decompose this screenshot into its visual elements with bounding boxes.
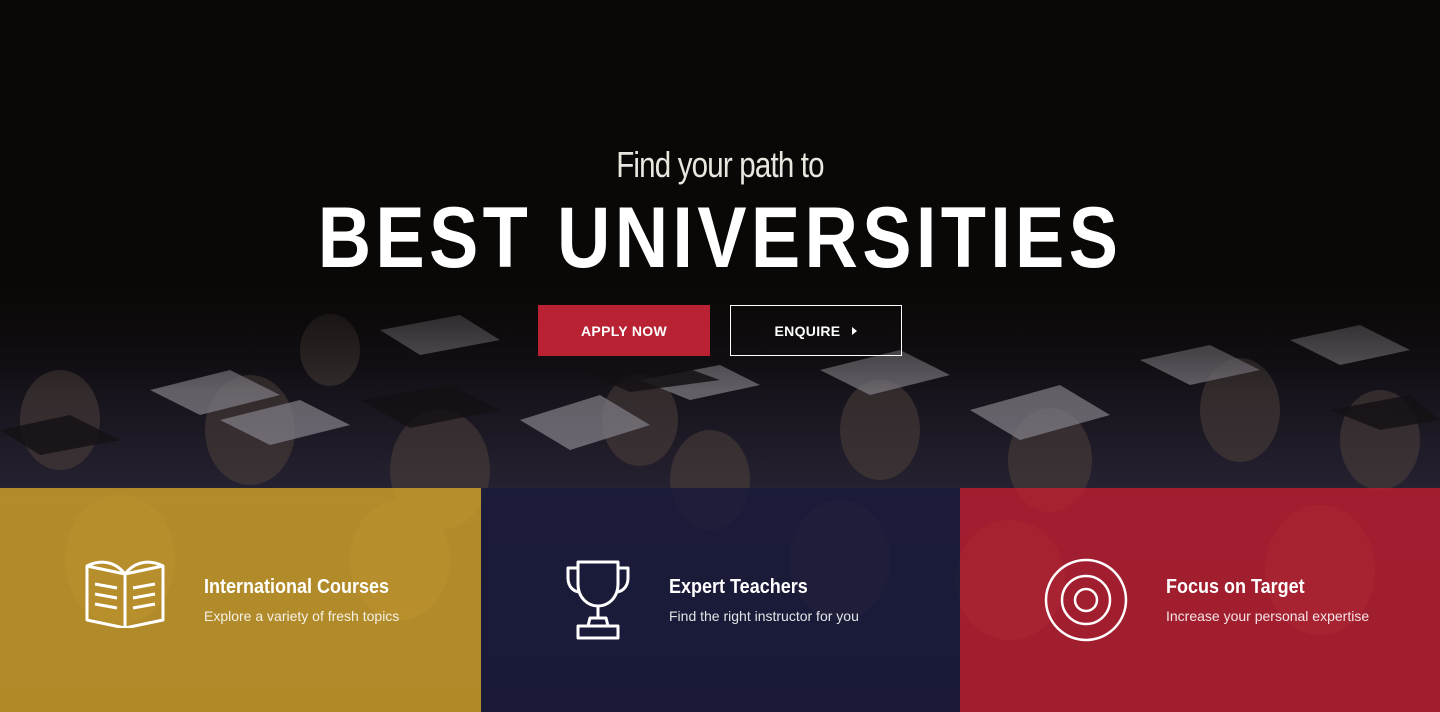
enquire-button[interactable]: ENQUIRE (730, 305, 902, 356)
feature-description: Find the right instructor for you (669, 608, 859, 624)
hero-title: BEST UNIVERSITIES (317, 190, 1123, 286)
feature-title: Expert Teachers (669, 576, 808, 598)
feature-title: International Courses (204, 576, 390, 598)
feature-description: Increase your personal expertise (1166, 608, 1370, 624)
feature-international-courses: International Courses Explore a variety … (0, 488, 481, 712)
feature-description: Explore a variety of fresh topics (204, 608, 400, 624)
target-icon (1044, 558, 1128, 647)
features-strip: International Courses Explore a variety … (0, 488, 1440, 712)
feature-focus-on-target: Focus on Target Increase your personal e… (960, 488, 1440, 712)
apply-now-label: APPLY NOW (581, 322, 667, 339)
caret-right-icon (852, 326, 858, 335)
feature-title: Focus on Target (1166, 576, 1305, 598)
open-book-icon (84, 558, 166, 633)
hero-subtitle: Find your path to (616, 144, 824, 185)
feature-expert-teachers: Expert Teachers Find the right instructo… (481, 488, 960, 712)
trophy-icon (565, 558, 631, 647)
enquire-label: ENQUIRE (774, 322, 841, 339)
apply-now-button[interactable]: APPLY NOW (538, 305, 710, 356)
hero-section: Find your path to BEST UNIVERSITIES APPL… (0, 0, 1440, 488)
